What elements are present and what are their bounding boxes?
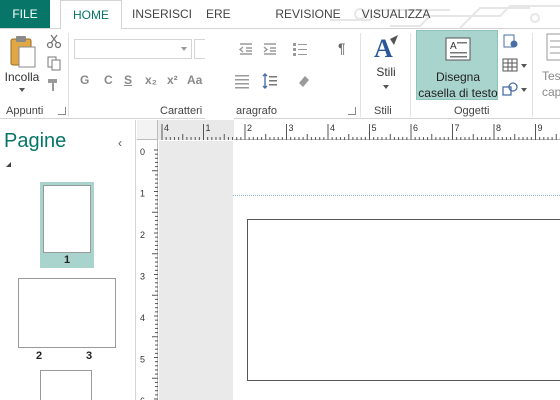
bold-button[interactable]: G bbox=[80, 73, 89, 87]
change-case-button[interactable]: Aa bbox=[187, 73, 202, 87]
layout-guide bbox=[233, 195, 560, 196]
text-box-wrap-icon[interactable] bbox=[546, 33, 560, 61]
line-spacing-icon[interactable] bbox=[262, 73, 278, 89]
tab-file[interactable]: FILE bbox=[0, 0, 50, 28]
ruler-label: 0 bbox=[140, 147, 145, 157]
ruler-label: 4 bbox=[330, 123, 335, 133]
ruler-label: 5 bbox=[372, 123, 377, 133]
svg-text:A: A bbox=[450, 41, 457, 52]
group-divider bbox=[410, 33, 411, 117]
tab-insert[interactable]: INSERISCI bbox=[124, 0, 200, 28]
chevron-down-icon bbox=[383, 85, 389, 89]
page-number-1: 1 bbox=[63, 254, 71, 266]
styles-group-label: Stili bbox=[374, 105, 392, 117]
clipboard-group-label: Appunti bbox=[6, 105, 44, 117]
tab-review[interactable]: REVISIONE bbox=[270, 0, 346, 28]
group-divider bbox=[532, 33, 533, 117]
format-painter-icon[interactable] bbox=[46, 77, 62, 93]
page-thumbnail-4[interactable] bbox=[40, 370, 92, 400]
align-icon[interactable] bbox=[234, 73, 250, 89]
group-divider bbox=[360, 33, 361, 117]
chevron-down-icon bbox=[521, 64, 527, 68]
vertical-ruler[interactable]: 0 1 2 3 4 5 6 bbox=[137, 140, 158, 400]
increase-indent-icon[interactable] bbox=[262, 41, 278, 57]
dialog-launcher-icon[interactable] bbox=[58, 107, 66, 115]
horizontal-ruler-ticks: 4 1 2 3 4 5 6 7 8 9 bbox=[161, 123, 560, 140]
ruler-label: 1 bbox=[206, 123, 211, 133]
ruler-label: 9 bbox=[538, 123, 543, 133]
svg-text:A: A bbox=[374, 34, 393, 63]
cut-off-label-line2: cap bbox=[542, 85, 560, 99]
pages-navigation-panel: Pagine ‹ 1 2 3 bbox=[0, 120, 136, 400]
pages-panel-title: Pagine bbox=[4, 130, 67, 152]
paragraph-group-label: aragrafo bbox=[236, 105, 277, 117]
ruler-label: 5 bbox=[140, 355, 145, 365]
ruler-label: 6 bbox=[413, 123, 418, 133]
shading-icon[interactable] bbox=[296, 73, 312, 89]
tab-view[interactable]: VISUALIZZA bbox=[356, 0, 436, 28]
draw-text-box-label-line1: Disegna bbox=[435, 70, 481, 84]
dialog-launcher-icon[interactable] bbox=[348, 107, 356, 115]
table-icon[interactable] bbox=[502, 57, 518, 73]
ribbon-gap bbox=[205, 29, 234, 119]
paste-button[interactable]: Incolla bbox=[2, 33, 42, 93]
ruler-label: 6 bbox=[140, 396, 145, 400]
cut-icon[interactable] bbox=[46, 33, 62, 49]
ruler-label: 1 bbox=[140, 189, 145, 199]
ribbon: Incolla Appunti G C S x₂ x² Aa Caratteri… bbox=[0, 29, 560, 119]
section-expand-icon[interactable] bbox=[6, 162, 11, 167]
page-thumbnail-1[interactable]: 1 bbox=[40, 182, 94, 268]
shapes-icon[interactable] bbox=[502, 81, 518, 97]
picture-placeholder-icon[interactable] bbox=[502, 33, 518, 49]
cut-off-label-line1: Tes bbox=[542, 69, 560, 83]
subscript-button[interactable]: x₂ bbox=[145, 73, 157, 87]
styles-icon: A bbox=[374, 34, 398, 63]
styles-label: Stili bbox=[376, 65, 396, 79]
text-box-icon: A bbox=[445, 37, 471, 61]
ruler-label: 2 bbox=[247, 123, 252, 133]
publication-page[interactable] bbox=[247, 219, 560, 381]
publication-canvas[interactable] bbox=[159, 141, 560, 400]
objects-group-label: Oggetti bbox=[454, 105, 490, 117]
superscript-button[interactable]: x² bbox=[167, 73, 178, 87]
ruler-label: 3 bbox=[289, 123, 294, 133]
bullets-icon[interactable] bbox=[292, 41, 308, 57]
ruler-label: 2 bbox=[140, 230, 145, 240]
collapse-panel-icon[interactable]: ‹ bbox=[118, 136, 122, 150]
font-name-combo[interactable] bbox=[74, 39, 192, 59]
font-group-label: Caratteri bbox=[160, 105, 203, 117]
ruler-label: 3 bbox=[140, 272, 145, 282]
copy-icon[interactable] bbox=[46, 55, 62, 71]
chevron-down-icon bbox=[181, 47, 187, 51]
draw-text-box-button[interactable]: A Disegna casella di testo bbox=[416, 30, 498, 100]
ribbon-tab-bar: FILE HOME INSERISCI ERE REVISIONE VISUAL… bbox=[0, 0, 560, 29]
page-thumbnail-1-preview bbox=[43, 185, 91, 253]
styles-button[interactable]: A Stili bbox=[366, 31, 406, 101]
paste-label: Incolla bbox=[4, 70, 40, 84]
page-number-3: 3 bbox=[86, 350, 93, 362]
tab-home[interactable]: HOME bbox=[60, 0, 122, 29]
chevron-down-icon bbox=[19, 88, 25, 92]
ruler-label: 7 bbox=[455, 123, 460, 133]
underline-button[interactable]: S bbox=[124, 73, 132, 87]
scratch-area bbox=[159, 141, 233, 400]
horizontal-ruler[interactable]: 4 1 2 3 4 5 6 7 8 9 bbox=[158, 120, 560, 140]
italic-button[interactable]: C bbox=[104, 73, 113, 87]
pilcrow-icon[interactable]: ¶ bbox=[338, 40, 346, 56]
page-thumbnail-2-3[interactable] bbox=[18, 278, 116, 348]
clipboard-icon bbox=[10, 36, 36, 68]
group-divider bbox=[68, 33, 69, 117]
ruler-corner bbox=[137, 120, 158, 140]
chevron-down-icon bbox=[521, 88, 527, 92]
tab-page-design[interactable]: ERE bbox=[206, 0, 256, 28]
vertical-ruler-ticks: 0 1 2 3 4 5 6 bbox=[140, 147, 158, 400]
page-number-2: 2 bbox=[36, 350, 43, 362]
decrease-indent-icon[interactable] bbox=[238, 41, 254, 57]
draw-text-box-label-line2: casella di testo bbox=[418, 86, 498, 100]
ruler-label: 4 bbox=[140, 313, 145, 323]
ruler-label: 8 bbox=[496, 123, 501, 133]
ruler-label: 4 bbox=[164, 123, 169, 133]
